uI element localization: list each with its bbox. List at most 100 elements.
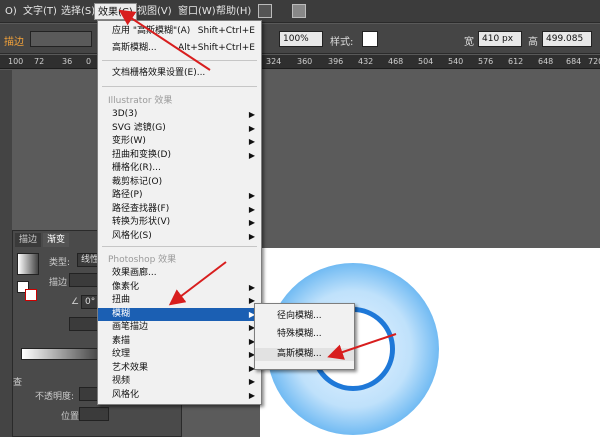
menu-item-label: 像素化 <box>112 281 140 292</box>
menu-item-label: 高斯模糊... <box>112 43 157 53</box>
menu-separator <box>102 86 257 87</box>
horizontal-ruler: 100 72 36 0 6 2 324 360 396 432 468 504 … <box>0 55 600 69</box>
menu-type[interactable]: 文字(T) <box>20 3 60 20</box>
stroke-mode[interactable] <box>69 273 99 287</box>
menu-item-label: 扭曲 <box>112 295 131 305</box>
menu-item-stylize-ps[interactable]: 风格化 ▶ <box>98 389 261 402</box>
menu-item-label: 转换为形状(V) <box>112 217 171 227</box>
stroke-swatch[interactable] <box>25 289 37 301</box>
ruler-label: 100 <box>8 57 24 66</box>
ruler-label: 360 <box>297 57 313 66</box>
panel-side-label: 查 <box>13 378 23 388</box>
gradient-slider[interactable] <box>21 348 107 360</box>
ruler-label: 612 <box>508 57 524 66</box>
menu-item-svg-filters[interactable]: SVG 滤镜(G) ▶ <box>98 122 261 135</box>
menu-item-rasterize[interactable]: 栅格化(R)... <box>98 162 261 175</box>
menu-item-label: 艺术效果 <box>112 362 149 373</box>
type-label: 类型: <box>49 258 71 268</box>
tab-gradient[interactable]: 渐变 <box>43 233 70 247</box>
angle-icon: ∠ <box>71 297 80 307</box>
menu-help[interactable]: 帮助(H) <box>213 3 254 20</box>
menu-item-artistic[interactable]: 艺术效果 ▶ <box>98 362 261 375</box>
menu-item-doc-raster-settings[interactable]: 文档栅格效果设置(E)... <box>98 67 261 80</box>
menu-object[interactable]: O) <box>2 3 20 20</box>
stroke-label: 描边 <box>49 278 68 288</box>
opacity-field[interactable]: 100% <box>279 31 323 47</box>
menu-item-stylize-ai[interactable]: 风格化(S) ▶ <box>98 230 261 243</box>
menu-item-apply-last[interactable]: 应用 "高斯模糊"(A) Shift+Ctrl+E <box>98 25 261 38</box>
menu-item-effect-gallery[interactable]: 效果画廊... <box>98 267 261 280</box>
menu-item-radial-blur[interactable]: 径向模糊... <box>255 310 354 323</box>
menu-item-texture[interactable]: 纹理 ▶ <box>98 348 261 361</box>
submenu-arrow-icon: ▶ <box>248 377 255 386</box>
arrange-documents-icon[interactable] <box>292 4 306 18</box>
menu-effect[interactable]: 效果(C) <box>94 3 137 20</box>
menu-item-label: 扭曲和变换(D) <box>112 149 171 160</box>
tools-strip <box>0 70 12 437</box>
menu-item-gaussian-blur[interactable]: 高斯模糊... <box>255 348 354 361</box>
ruler-label: 396 <box>328 57 344 66</box>
menu-item-video[interactable]: 视频 ▶ <box>98 375 261 388</box>
style-swatch[interactable] <box>362 31 378 47</box>
submenu-arrow-icon: ▶ <box>248 231 255 241</box>
ruler-label: 684 <box>566 57 582 66</box>
ruler-label: 540 <box>448 57 464 66</box>
menu-item-label: 模糊 <box>112 308 131 319</box>
ruler-label: 720 <box>588 57 600 66</box>
menu-item-blur[interactable]: 模糊 ▶ <box>98 307 261 321</box>
ruler-label: 576 <box>478 57 494 66</box>
menu-item-label: 路径(P) <box>112 190 143 200</box>
submenu-arrow-icon: ▶ <box>248 204 255 214</box>
menu-item-path[interactable]: 路径(P) ▶ <box>98 189 261 202</box>
menu-item-sketch[interactable]: 素描 ▶ <box>98 335 261 348</box>
ruler-label: 72 <box>34 57 45 66</box>
height-field[interactable]: 499.085 <box>542 31 592 47</box>
bridge-icon[interactable] <box>258 4 272 18</box>
stroke-weight-field[interactable] <box>30 31 92 47</box>
menu-item-label: 路径查找器(F) <box>112 203 170 214</box>
menu-item-label: 画笔描边 <box>112 322 149 332</box>
menu-view[interactable]: 视图(V) <box>134 3 175 20</box>
menu-item-pixelate[interactable]: 像素化 ▶ <box>98 281 261 294</box>
menu-separator <box>102 60 257 61</box>
ruler-label: 648 <box>538 57 554 66</box>
stroke-label: 描边 <box>4 37 24 48</box>
menu-item-distort[interactable]: 扭曲 ▶ <box>98 294 261 307</box>
menu-item-label: 素描 <box>112 335 131 346</box>
menu-item-label: 风格化 <box>112 389 140 400</box>
menu-item-crop-marks[interactable]: 裁剪标记(O) <box>98 176 261 189</box>
submenu-arrow-icon: ▶ <box>248 123 255 133</box>
width-field[interactable]: 410 px <box>478 31 522 47</box>
menu-item-convert-to-shape[interactable]: 转换为形状(V) ▶ <box>98 216 261 229</box>
submenu-arrow-icon: ▶ <box>248 137 255 146</box>
menu-item-label: SVG 滤镜(G) <box>112 122 166 133</box>
menu-item-label: 3D(3) <box>112 109 138 119</box>
submenu-arrow-icon: ▶ <box>248 282 255 292</box>
ruler-label: 324 <box>266 57 282 66</box>
menu-item-3d[interactable]: 3D(3) ▶ <box>98 108 261 121</box>
menu-item-distort-transform[interactable]: 扭曲和变换(D) ▶ <box>98 149 261 162</box>
control-bar: 描边 100% 样式: 宽 410 px 高 499.085 <box>0 24 600 54</box>
menu-item-label: 变形(W) <box>112 136 146 146</box>
ruler-label: 432 <box>358 57 374 66</box>
shortcut: Shift+Ctrl+E <box>197 26 255 36</box>
menu-item-smart-blur[interactable]: 特殊模糊... <box>255 328 354 341</box>
ruler-label: 0 <box>86 57 92 66</box>
menu-item-warp[interactable]: 变形(W) ▶ <box>98 135 261 148</box>
menu-item-last-effect[interactable]: 高斯模糊... Alt+Shift+Ctrl+E <box>98 42 261 55</box>
ruler-label: 504 <box>418 57 434 66</box>
menu-separator <box>102 246 257 247</box>
submenu-arrow-icon: ▶ <box>248 218 255 227</box>
position-field[interactable] <box>79 407 109 421</box>
menu-select[interactable]: 选择(S) <box>58 3 98 20</box>
submenu-arrow-icon: ▶ <box>248 150 255 160</box>
height-label: 高 <box>528 37 538 48</box>
ruler-label: 468 <box>388 57 404 66</box>
tab-stroke[interactable]: 描边 <box>15 233 42 247</box>
gradient-preview-swatch[interactable] <box>17 253 39 275</box>
menu-item-pathfinder[interactable]: 路径查找器(F) ▶ <box>98 203 261 216</box>
menu-item-label: 纹理 <box>112 349 131 359</box>
effect-menu: 应用 "高斯模糊"(A) Shift+Ctrl+E 高斯模糊... Alt+Sh… <box>97 20 262 405</box>
menu-item-brush-strokes[interactable]: 画笔描边 ▶ <box>98 321 261 334</box>
menu-item-label: 应用 "高斯模糊"(A) <box>112 26 191 36</box>
